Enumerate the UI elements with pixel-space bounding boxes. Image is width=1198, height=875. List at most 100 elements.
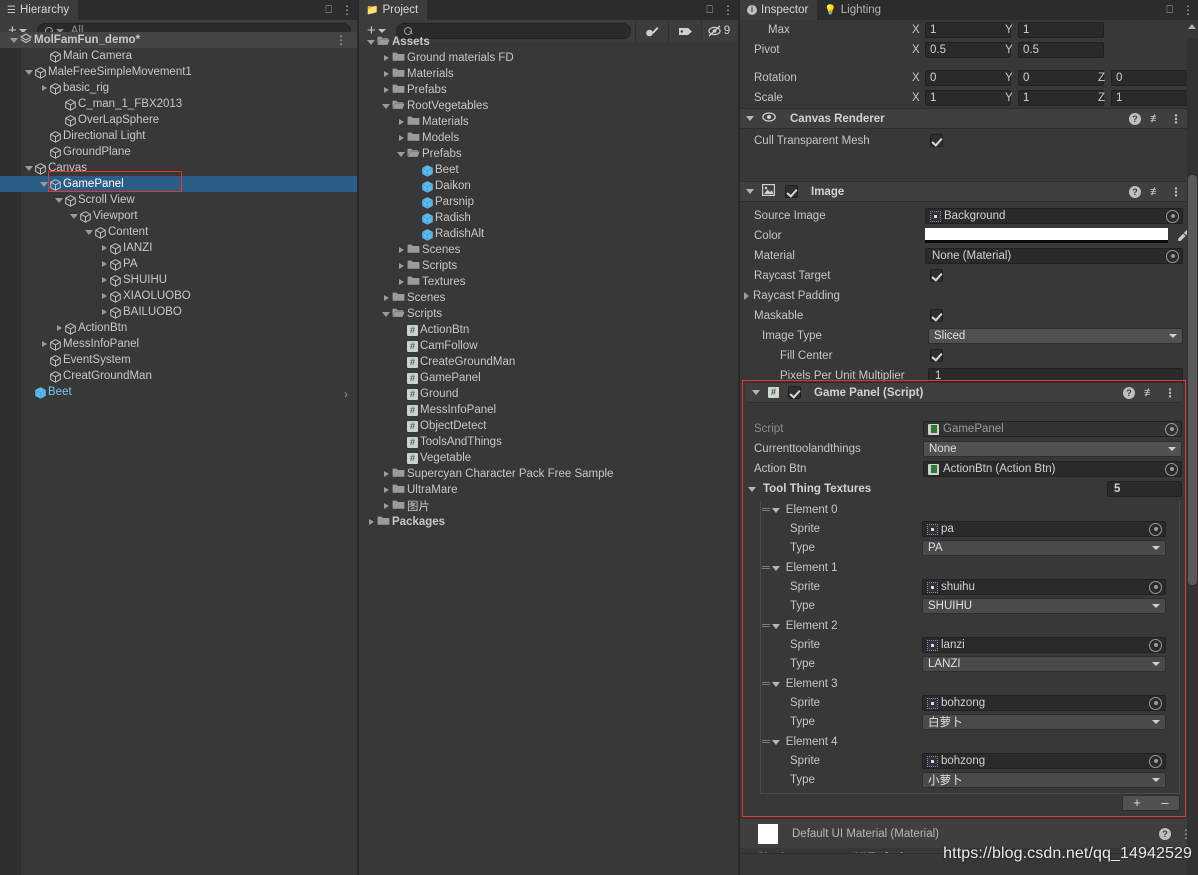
project-row[interactable]: Radish (359, 210, 738, 226)
sprite-picker-icon[interactable] (1149, 754, 1162, 768)
project-row[interactable]: # ToolsAndThings (359, 434, 738, 450)
hierarchy-row[interactable]: basic_rig (0, 80, 357, 96)
foldout-closed-icon[interactable] (380, 71, 392, 77)
rect-transform-y-field[interactable]: 0 (1018, 70, 1104, 86)
material-picker-icon[interactable] (1166, 249, 1179, 263)
element-type-dropdown[interactable]: PA (922, 540, 1166, 556)
foldout-open-icon[interactable] (68, 213, 80, 219)
reorder-handle-icon[interactable]: ═ (762, 678, 770, 690)
component-menu-icon[interactable]: ⋮ (1170, 112, 1182, 126)
game-panel-menu-icon[interactable]: ⋮ (1164, 386, 1176, 400)
hierarchy-row[interactable]: Viewport (0, 208, 357, 224)
raycast-padding-foldout-icon[interactable] (744, 292, 749, 300)
hierarchy-row[interactable]: MolFamFun_demo* ⋮ (0, 32, 357, 48)
foldout-closed-icon[interactable] (365, 519, 377, 525)
project-row[interactable]: Packages (359, 514, 738, 530)
tool-thing-textures-foldout-icon[interactable] (748, 486, 756, 492)
script-picker-icon[interactable] (1165, 422, 1178, 436)
hierarchy-row[interactable]: XIAOLUOBO (0, 288, 357, 304)
project-row[interactable]: # ActionBtn (359, 322, 738, 338)
rect-transform-y-field[interactable]: 1 (1018, 22, 1104, 38)
help-icon[interactable]: ? (1129, 112, 1141, 125)
action-btn-field[interactable]: ActionBtn (Action Btn) (923, 461, 1182, 477)
element-sprite-field[interactable]: shuihu (922, 579, 1166, 595)
project-row[interactable]: # GamePanel (359, 370, 738, 386)
foldout-open-icon[interactable] (380, 311, 392, 317)
reorder-handle-icon[interactable]: ═ (762, 736, 770, 748)
project-row[interactable]: Scenes (359, 242, 738, 258)
sprite-picker-icon[interactable] (1149, 580, 1162, 594)
foldout-open-icon[interactable] (38, 181, 50, 187)
action-btn-picker-icon[interactable] (1165, 462, 1178, 476)
tab-project[interactable]: 📁 Project (359, 0, 428, 20)
sprite-picker-icon[interactable] (1149, 522, 1162, 536)
foldout-closed-icon[interactable] (53, 325, 65, 331)
foldout-closed-icon[interactable] (98, 245, 110, 251)
element-foldout-icon[interactable] (771, 565, 780, 571)
reorder-handle-icon[interactable]: ═ (762, 562, 770, 574)
game-panel-help-icon[interactable]: ? (1123, 386, 1135, 399)
game-panel-preset-icon[interactable]: ≢ (1144, 387, 1155, 399)
image-menu-icon[interactable]: ⋮ (1170, 185, 1182, 199)
project-menu-icon[interactable]: ⋮ (722, 3, 734, 17)
hierarchy-menu-icon[interactable]: ⋮ (341, 3, 353, 17)
hierarchy-row[interactable]: EventSystem (0, 352, 357, 368)
foldout-open-icon[interactable] (365, 39, 377, 45)
foldout-open-icon[interactable] (380, 103, 392, 109)
project-row[interactable]: Textures (359, 274, 738, 290)
element-sprite-field[interactable]: bohzong (922, 753, 1166, 769)
project-row[interactable]: Materials (359, 66, 738, 82)
fill-center-checkbox[interactable] (930, 349, 943, 362)
source-image-picker-icon[interactable] (1166, 209, 1179, 223)
inspector-maximize-icon[interactable]: ⎕ (1166, 4, 1173, 16)
rect-transform-z-field[interactable]: 1 (1111, 90, 1197, 106)
foldout-closed-icon[interactable] (380, 55, 392, 61)
rect-transform-z-field[interactable]: 0 (1111, 70, 1197, 86)
project-row[interactable]: # ObjectDetect (359, 418, 738, 434)
tool-thing-textures-header[interactable]: Tool Thing Textures 5 (740, 479, 1182, 499)
sprite-picker-icon[interactable] (1149, 638, 1162, 652)
inspector-scrollbar-thumb[interactable] (1188, 175, 1197, 585)
sprite-picker-icon[interactable] (1149, 696, 1162, 710)
foldout-open-icon[interactable] (23, 69, 35, 75)
foldout-closed-icon[interactable] (395, 119, 407, 125)
project-row[interactable]: Parsnip (359, 194, 738, 210)
array-element-header[interactable]: ═ Element 4 (740, 733, 1198, 751)
image-type-dropdown[interactable]: Sliced (928, 328, 1183, 344)
currenttoolandthings-dropdown[interactable]: None (923, 441, 1182, 457)
project-row[interactable]: Ground materials FD (359, 50, 738, 66)
source-image-field[interactable]: Background (925, 208, 1183, 224)
canvas-renderer-header[interactable]: Canvas Renderer ? ≢ ⋮ (740, 108, 1188, 129)
hierarchy-row[interactable]: OverLapSphere (0, 112, 357, 128)
maskable-checkbox[interactable] (930, 309, 943, 322)
hierarchy-row[interactable]: SHUIHU (0, 272, 357, 288)
element-type-dropdown[interactable]: SHUIHU (922, 598, 1166, 614)
maximize-icon[interactable]: ⎕ (325, 4, 332, 16)
game-panel-enabled-checkbox[interactable] (788, 386, 801, 399)
foldout-closed-icon[interactable] (380, 503, 392, 509)
game-panel-foldout-icon[interactable] (752, 390, 760, 395)
hierarchy-row[interactable]: Canvas (0, 160, 357, 176)
foldout-closed-icon[interactable] (98, 261, 110, 267)
project-row[interactable]: 图片 (359, 498, 738, 514)
hierarchy-row[interactable]: ActionBtn (0, 320, 357, 336)
project-row[interactable]: Daikon (359, 178, 738, 194)
tab-inspector[interactable]: i Inspector (740, 0, 818, 20)
reorder-handle-icon[interactable]: ═ (762, 504, 770, 516)
project-row[interactable]: Materials (359, 114, 738, 130)
hierarchy-row[interactable]: Content (0, 224, 357, 240)
project-row[interactable]: Prefabs (359, 82, 738, 98)
canvas-renderer-foldout-icon[interactable] (746, 116, 754, 121)
element-sprite-field[interactable]: pa (922, 521, 1166, 537)
array-element-header[interactable]: ═ Element 3 (740, 675, 1198, 693)
project-maximize-icon[interactable]: ⎕ (706, 4, 713, 16)
foldout-closed-icon[interactable] (380, 487, 392, 493)
rect-transform-y-field[interactable]: 0.5 (1018, 42, 1104, 58)
beet-row-chevron-icon[interactable]: › (344, 387, 348, 401)
project-row[interactable]: RootVegetables (359, 98, 738, 114)
foldout-closed-icon[interactable] (395, 135, 407, 141)
foldout-open-icon[interactable] (53, 197, 65, 203)
hierarchy-row[interactable]: MessInfoPanel (0, 336, 357, 352)
element-foldout-icon[interactable] (771, 681, 780, 687)
tab-lighting[interactable]: 💡 Lighting (817, 0, 890, 20)
